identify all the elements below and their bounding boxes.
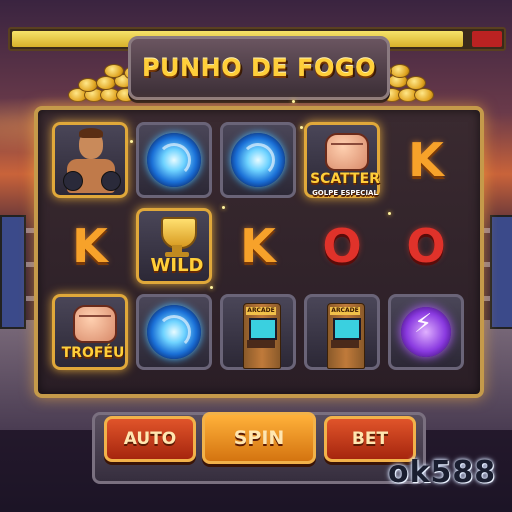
scatter-label: SCATTER xyxy=(310,171,380,187)
reel-grid: SCATTER GOLPE ESPECIAL K K WILD K O O TR… xyxy=(34,106,484,398)
health-bar-depleted xyxy=(472,31,502,47)
reel-cell-wild: WILD xyxy=(136,208,212,284)
reel-cell-portal xyxy=(136,122,212,198)
arcade-cabinet-icon: ARCADE xyxy=(327,303,365,369)
ring-post-left xyxy=(0,215,26,329)
reel-cell-fighter xyxy=(52,122,128,198)
reel-cell-letter-o: O xyxy=(406,219,446,273)
reel-cell-letter-k: K xyxy=(408,133,444,187)
lightning-bolt-icon: ⚡ xyxy=(414,309,433,339)
blue-vortex-icon xyxy=(147,133,201,187)
trophy-label: TROFÉU xyxy=(61,345,125,361)
brand-watermark: ok588 xyxy=(388,455,497,490)
scatter-sublabel: GOLPE ESPECIAL xyxy=(312,189,378,197)
reel-cell-letter-o: O xyxy=(322,219,362,273)
arcade-label: ARCADE xyxy=(246,307,276,315)
reel-cell-arcade: ARCADE xyxy=(220,294,296,370)
spin-button[interactable]: SPIN xyxy=(202,412,316,464)
reel-cell-letter-k: K xyxy=(240,219,276,273)
blue-vortex-icon xyxy=(147,305,201,359)
reel-cell-lightning: ⚡ xyxy=(388,294,464,370)
fist-icon xyxy=(73,305,117,343)
reel-cell-portal xyxy=(220,122,296,198)
arcade-label: ARCADE xyxy=(330,307,360,315)
ring-post-right xyxy=(490,215,512,329)
game-title: PUNHO DE FOGO xyxy=(141,54,377,82)
fist-icon xyxy=(325,133,369,171)
reel-cell-portal xyxy=(136,294,212,370)
blue-vortex-icon xyxy=(231,133,285,187)
fighter-portrait-icon xyxy=(55,125,125,195)
reel-cell-scatter: SCATTER GOLPE ESPECIAL xyxy=(304,122,380,198)
game-title-plate: PUNHO DE FOGO xyxy=(128,36,390,100)
wild-label: WILD xyxy=(150,255,204,276)
arcade-cabinet-icon: ARCADE xyxy=(243,303,281,369)
reel-cell-arcade: ARCADE xyxy=(304,294,380,370)
reel-cell-trophy: TROFÉU xyxy=(52,294,128,370)
auto-button[interactable]: AUTO xyxy=(104,416,196,462)
reel-cell-letter-k: K xyxy=(72,219,108,273)
